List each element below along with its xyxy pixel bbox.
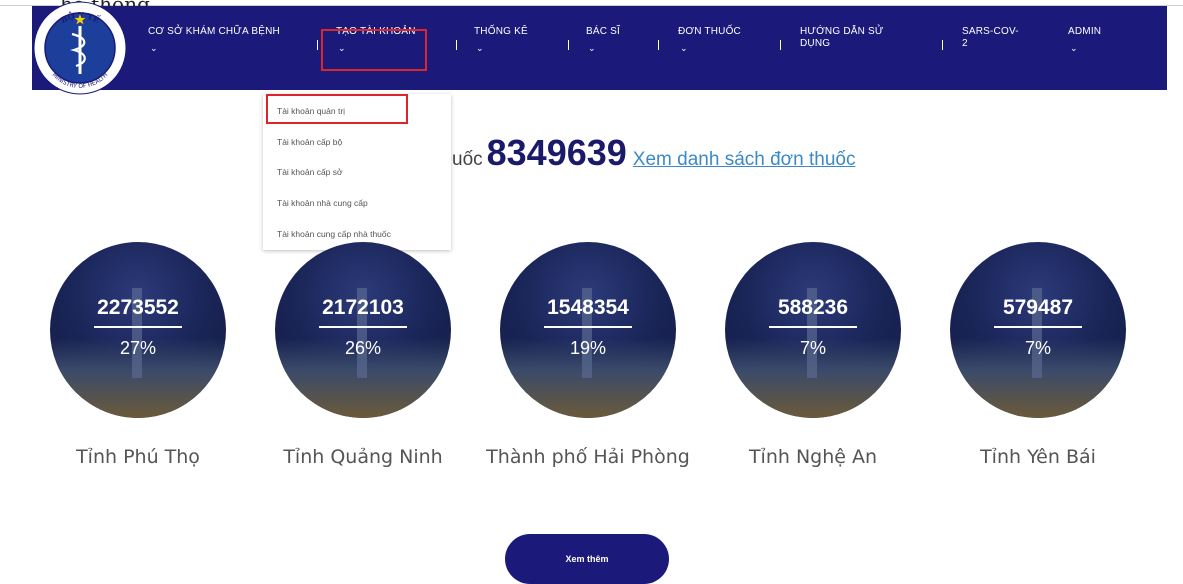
- nav-separator: [658, 40, 659, 50]
- headline-prefix: uốc: [452, 149, 483, 170]
- chevron-down-icon: ⌄: [150, 43, 158, 53]
- nav-label: CƠ SỞ KHÁM CHỮA BỆNH: [148, 26, 280, 37]
- divider-line: [544, 326, 632, 328]
- province-percent: 7%: [1024, 338, 1051, 358]
- prescription-count-headline: uốc 8349639 Xem danh sách đơn thuốc: [452, 132, 855, 182]
- chevron-down-icon: ⌄: [1070, 43, 1078, 53]
- divider-line: [994, 326, 1082, 328]
- nav-label: ADMIN: [1068, 26, 1102, 37]
- province-stat-circle[interactable]: 2172103 26%: [275, 242, 451, 418]
- nav-sars-cov-2[interactable]: SARS-COV- 2: [962, 26, 1019, 50]
- dropdown-item-ministry-account[interactable]: Tài khoản cấp bộ: [277, 137, 342, 147]
- prescription-count: 8349639: [486, 132, 627, 173]
- nav-label-line1: HƯỚNG DẪN SỬ: [800, 26, 884, 37]
- province-name: Tỉnh Yên Bái: [980, 446, 1096, 468]
- province-count: 579487: [1002, 296, 1074, 319]
- view-prescriptions-link[interactable]: Xem danh sách đơn thuốc: [633, 149, 856, 170]
- highlight-box-dropdown: [266, 94, 408, 124]
- province-count: 1548354: [547, 296, 629, 319]
- nav-admin[interactable]: ADMIN ⌄: [1068, 26, 1101, 54]
- divider-line: [319, 326, 407, 328]
- province-stat-circle[interactable]: 1548354 19%: [500, 242, 676, 418]
- nav-huong-dan-su-dung[interactable]: HƯỚNG DẪN SỬ DỤNG: [800, 26, 884, 50]
- province-stat-circle[interactable]: 588236 7%: [725, 242, 901, 418]
- province-name: Thành phố Hải Phòng: [486, 446, 690, 468]
- province-percent: 19%: [569, 338, 607, 358]
- province-stat-circle[interactable]: 579487 7%: [950, 242, 1126, 418]
- dropdown-item-pharmacy-supplier-account[interactable]: Tài khoản cung cấp nhà thuốc: [277, 229, 391, 239]
- chevron-down-icon: ⌄: [680, 43, 688, 53]
- divider-line: [94, 326, 182, 328]
- dropdown-item-supplier-account[interactable]: Tài khoản nhà cung cấp: [277, 198, 368, 208]
- nav-label-line2: DỤNG: [800, 38, 831, 49]
- nav-co-so-kham-chua-benh[interactable]: CƠ SỞ KHÁM CHỮA BỆNH ⌄: [148, 26, 280, 54]
- chevron-down-icon: ⌄: [588, 43, 596, 53]
- nav-thong-ke[interactable]: THỐNG KÊ ⌄: [474, 26, 528, 54]
- nav-label: THỐNG KÊ: [474, 26, 528, 37]
- nav-bac-si[interactable]: BÁC SĨ ⌄: [586, 26, 620, 54]
- divider-line: [769, 326, 857, 328]
- ministry-of-health-logo[interactable]: BỘ Y TẾ MINISTRY OF HEALTH: [32, 0, 128, 96]
- nav-label: BÁC SĨ: [586, 26, 620, 37]
- province-name: Tỉnh Quảng Ninh: [283, 446, 443, 468]
- nav-separator: [456, 40, 457, 50]
- province-count: 588236: [777, 296, 849, 319]
- see-more-button[interactable]: Xem thêm: [505, 534, 669, 584]
- nav-separator: [317, 40, 318, 50]
- province-percent: 26%: [344, 338, 382, 358]
- nav-separator: [780, 40, 781, 50]
- nav-separator: [942, 40, 943, 50]
- nav-separator: [568, 40, 569, 50]
- province-stat-circle[interactable]: 2273552 27%: [50, 242, 226, 418]
- nav-label-line1: SARS-COV-: [962, 26, 1019, 37]
- highlight-box-nav: [321, 29, 427, 71]
- province-percent: 7%: [799, 338, 826, 358]
- province-name: Tỉnh Phú Thọ: [76, 446, 200, 468]
- chevron-down-icon: ⌄: [476, 43, 484, 53]
- nav-label-line2: 2: [962, 38, 968, 49]
- dropdown-item-department-account[interactable]: Tài khoản cấp sở: [277, 167, 343, 177]
- province-name: Tỉnh Nghệ An: [748, 446, 878, 468]
- nav-label: ĐƠN THUỐC: [678, 26, 741, 37]
- province-count: 2172103: [322, 296, 404, 319]
- nav-don-thuoc[interactable]: ĐƠN THUỐC ⌄: [678, 26, 741, 54]
- province-percent: 27%: [119, 338, 157, 358]
- province-count: 2273552: [97, 296, 179, 319]
